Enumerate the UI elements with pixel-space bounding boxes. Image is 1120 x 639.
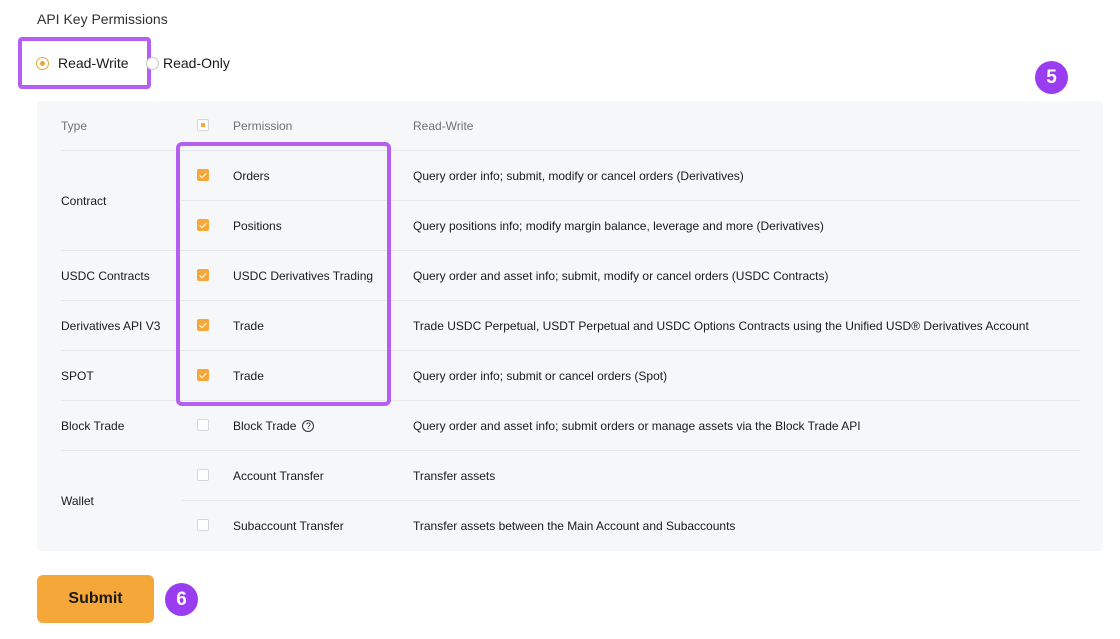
checkbox-orders[interactable] — [197, 169, 209, 181]
mode-read-only-label: Read-Only — [163, 55, 230, 71]
type-usdc-contracts: USDC Contracts — [61, 269, 150, 283]
section-title: API Key Permissions — [37, 11, 168, 27]
row-divider — [61, 300, 1080, 301]
description-block-trade: Query order and asset info; submit order… — [413, 419, 861, 433]
permission-spot-trade: Trade — [233, 369, 264, 383]
permission-label: Orders — [233, 169, 270, 183]
permissions-table: Type Permission Read-Write Contract USDC… — [37, 101, 1103, 551]
row-divider — [61, 250, 1080, 251]
description-subaccount-transfer: Transfer assets between the Main Account… — [413, 519, 736, 533]
description-derivatives-trade: Trade USDC Perpetual, USDT Perpetual and… — [413, 319, 1029, 333]
description-orders: Query order info; submit, modify or canc… — [413, 169, 744, 183]
row-divider — [61, 450, 1080, 451]
permission-label: USDC Derivatives Trading — [233, 269, 374, 283]
header-type: Type — [61, 119, 88, 133]
type-derivatives-api-v3: Derivatives API V3 — [61, 319, 161, 333]
permission-label: Subaccount Transfer — [233, 519, 344, 533]
type-wallet: Wallet — [61, 494, 94, 508]
row-divider — [61, 400, 1080, 401]
permission-derivatives-trade: Trade — [233, 319, 264, 333]
description-account-transfer: Transfer assets — [413, 469, 496, 483]
row-divider — [61, 350, 1080, 351]
permission-label: Block Trade — [233, 419, 297, 433]
type-spot: SPOT — [61, 369, 94, 383]
checkbox-positions[interactable] — [197, 219, 209, 231]
mode-read-only-option[interactable]: Read-Only — [146, 55, 230, 71]
description-positions: Query positions info; modify margin bala… — [413, 219, 824, 233]
checkbox-subaccount-transfer[interactable] — [197, 519, 209, 531]
permission-label: Positions — [233, 219, 282, 233]
step-badge-5: 5 — [1035, 61, 1068, 94]
permission-mode-group: Read-Write Read-Only — [18, 37, 230, 89]
permission-positions: Positions — [233, 219, 282, 233]
row-divider — [182, 200, 1080, 201]
radio-read-write[interactable] — [36, 56, 49, 70]
permission-orders: Orders — [233, 169, 270, 183]
permission-label: Trade — [233, 319, 264, 333]
permission-subaccount-transfer: Subaccount Transfer — [233, 519, 344, 533]
select-all-checkbox[interactable] — [197, 119, 209, 131]
checkbox-block-trade[interactable] — [197, 419, 209, 431]
header-permission: Permission — [233, 119, 293, 133]
mode-read-write-option[interactable]: Read-Write — [18, 37, 151, 89]
help-icon[interactable]: ? — [302, 420, 315, 432]
step-badge-6: 6 — [165, 583, 198, 616]
mode-read-write-label: Read-Write — [58, 55, 129, 71]
permission-label: Account Transfer — [233, 469, 324, 483]
row-divider — [61, 150, 1080, 151]
checkbox-account-transfer[interactable] — [197, 469, 209, 481]
checkbox-spot-trade[interactable] — [197, 369, 209, 381]
header-mode: Read-Write — [413, 119, 474, 133]
permission-account-transfer: Account Transfer — [233, 469, 324, 483]
checkbox-usdc-derivatives-trading[interactable] — [197, 269, 209, 281]
checkbox-derivatives-trade[interactable] — [197, 319, 209, 331]
permission-label: Trade — [233, 369, 264, 383]
row-divider — [182, 500, 1080, 501]
description-spot-trade: Query order info; submit or cancel order… — [413, 369, 668, 383]
description-usdc-derivatives-trading: Query order and asset info; submit, modi… — [413, 269, 829, 283]
submit-button[interactable]: Submit — [37, 575, 154, 623]
type-block-trade: Block Trade — [61, 419, 125, 433]
type-contract: Contract — [61, 194, 107, 208]
permission-block-trade: Block Trade ? — [233, 419, 315, 433]
radio-read-only[interactable] — [146, 57, 159, 70]
permission-usdc-derivatives-trading: USDC Derivatives Trading — [233, 269, 373, 283]
